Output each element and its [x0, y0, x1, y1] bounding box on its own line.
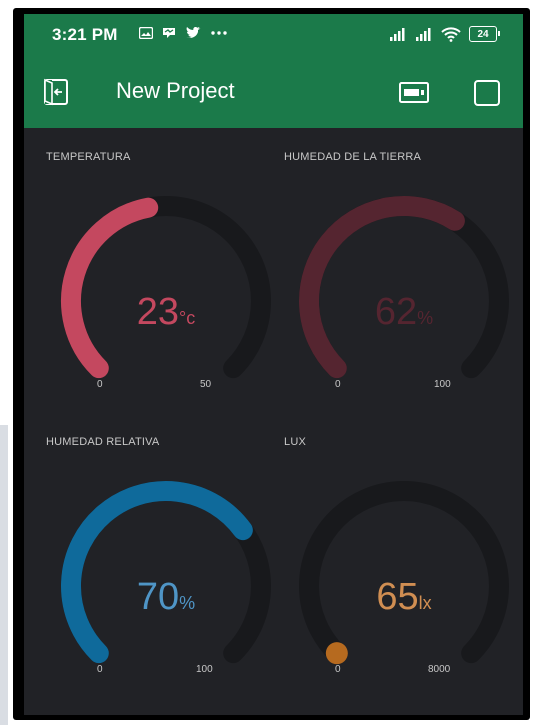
gauge-min: 0 [335, 664, 341, 675]
gauge-fill [325, 642, 348, 665]
gauge-min: 0 [97, 379, 103, 390]
gauge-max: 8000 [428, 664, 451, 675]
gauge-widget-lux[interactable]: LUX 65lx 0 8000 [284, 436, 523, 686]
gauge-fill [299, 196, 465, 379]
gauge-max: 100 [196, 664, 213, 675]
gauge-widget-relative-humidity[interactable]: HUMEDAD RELATIVA 70% 0 100 [46, 436, 286, 686]
gauge-arc [61, 481, 271, 664]
gauge-arc [61, 196, 271, 379]
twitter-icon [186, 27, 201, 38]
system-icons: 24 [389, 26, 500, 42]
gauge-min: 0 [97, 664, 103, 675]
gauge-label: LUX [284, 436, 306, 448]
more-dots-icon [211, 31, 227, 35]
project-title: New Project [116, 78, 235, 103]
gauge-widget-temperature[interactable]: TEMPERATURA 23°c 0 50 [46, 151, 286, 401]
exit-icon[interactable] [42, 78, 70, 106]
gauge-value: 70% [136, 576, 196, 618]
gauge-value: 23°c [136, 291, 196, 333]
status-bar: 3:21 PM 24 [24, 14, 523, 56]
gauge-max: 100 [434, 379, 451, 390]
gauge-arc [299, 196, 509, 379]
gauge-fill [61, 481, 253, 664]
notification-icons [139, 26, 228, 40]
status-time: 3:21 PM [52, 25, 118, 44]
app-screen: 3:21 PM 24 New Project TEMPERATURA 23°c … [24, 14, 523, 715]
signal-icon [390, 28, 405, 41]
app-bar: New Project [24, 56, 523, 128]
gauge-value: 65lx [376, 576, 432, 618]
gauge-label: HUMEDAD DE LA TIERRA [284, 151, 422, 163]
gauge-label: TEMPERATURA [46, 151, 131, 163]
device-icon[interactable] [398, 80, 430, 106]
stop-square-icon[interactable] [473, 79, 501, 107]
gallery-icon [139, 27, 153, 39]
messenger-icon [163, 28, 175, 38]
gauge-track [299, 481, 509, 664]
gauge-widget-soil-humidity[interactable]: HUMEDAD DE LA TIERRA 62% 0 100 [284, 151, 523, 401]
phone-frame: 3:21 PM 24 New Project TEMPERATURA 23°c … [13, 8, 530, 720]
background-strip [0, 425, 8, 725]
gauge-fill [61, 197, 159, 379]
battery-indicator: 24 [469, 26, 500, 42]
gauge-label: HUMEDAD RELATIVA [46, 436, 160, 448]
gauge-max: 50 [200, 379, 212, 390]
gauge-value: 62% [374, 291, 434, 333]
gauge-arc [299, 481, 509, 665]
gauge-min: 0 [335, 379, 341, 390]
wifi-icon [441, 26, 461, 42]
signal-icon-2 [416, 28, 431, 41]
